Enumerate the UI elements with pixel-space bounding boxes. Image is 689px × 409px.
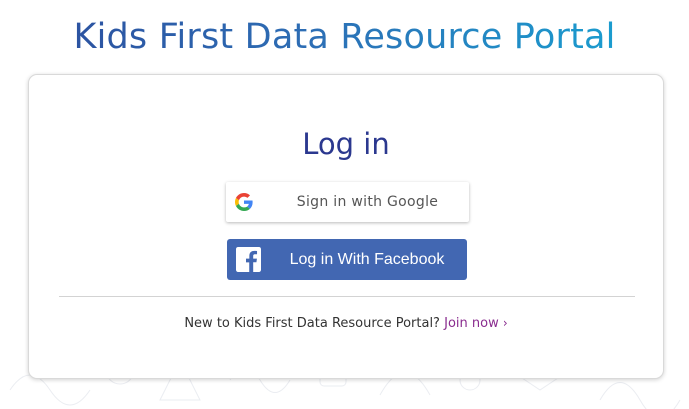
signup-prompt-text: New to Kids First Data Resource Portal? [184,316,440,331]
signup-prompt-row: New to Kids First Data Resource Portal? … [29,316,663,331]
join-now-link[interactable]: Join now › [444,316,508,331]
portal-title: Kids First Data Resource Portal [0,17,689,57]
chevron-right-icon: › [502,316,508,330]
facebook-login-button[interactable]: Log in With Facebook [227,239,467,280]
divider [59,296,635,297]
google-sign-in-button[interactable]: Sign in with Google [226,182,469,222]
login-heading: Log in [302,127,390,161]
facebook-button-label: Log in With Facebook [289,251,445,268]
google-button-label: Sign in with Google [296,194,439,210]
join-now-label: Join now [444,316,499,331]
facebook-icon [236,247,261,272]
google-icon [235,193,253,211]
login-card: Log in Sign in with Google Log in With F… [28,74,664,379]
